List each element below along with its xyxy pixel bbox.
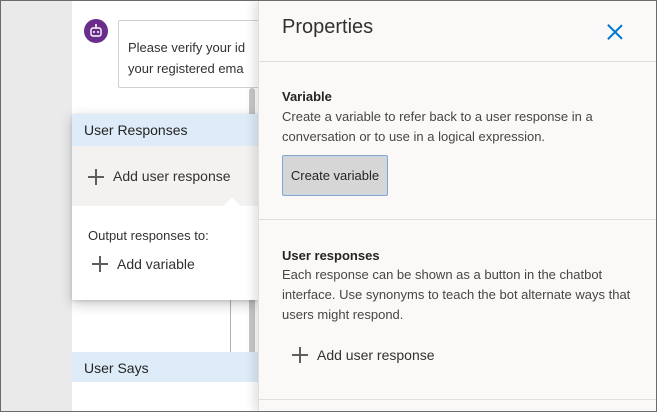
user-responses-section-title: User responses <box>282 248 380 263</box>
user-responses-card[interactable]: User Responses Add user response Output … <box>72 114 258 300</box>
plus-icon <box>292 347 308 363</box>
bot-message-line: your registered ema <box>128 61 244 76</box>
close-icon[interactable] <box>605 22 625 42</box>
variable-section-title: Variable <box>282 89 332 104</box>
bot-message-bubble[interactable]: Please verify your id your registered em… <box>118 20 258 88</box>
plus-icon <box>88 169 104 185</box>
create-variable-button[interactable]: Create variable <box>282 155 388 196</box>
add-user-response-button[interactable]: Add user response <box>292 346 435 363</box>
add-variable-button[interactable]: Add variable <box>72 243 258 272</box>
variable-section: Variable Create a variable to refer back… <box>259 62 657 220</box>
add-variable-label: Add variable <box>117 255 195 272</box>
bot-avatar <box>84 19 108 43</box>
properties-panel: Properties Variable Create a variable to… <box>258 0 657 412</box>
robot-icon <box>90 24 102 37</box>
user-says-card[interactable]: User Says <box>72 352 258 412</box>
properties-header: Properties <box>259 0 657 62</box>
add-user-response-button[interactable]: Add user response <box>72 146 258 215</box>
user-says-card-title: User Says <box>72 352 258 382</box>
add-user-response-label: Add user response <box>113 168 231 184</box>
user-responses-section: User responses Each response can be show… <box>259 220 657 400</box>
bot-message-line: Please verify your id <box>128 40 246 55</box>
flow-connector-line <box>230 300 231 352</box>
add-user-response-label: Add user response <box>317 346 435 363</box>
user-responses-card-title: User Responses <box>72 114 258 146</box>
variable-section-description: Create a variable to refer back to a use… <box>282 109 593 144</box>
plus-icon <box>92 256 108 272</box>
user-responses-section-description: Each response can be shown as a button i… <box>282 267 631 322</box>
properties-title: Properties <box>282 16 374 38</box>
